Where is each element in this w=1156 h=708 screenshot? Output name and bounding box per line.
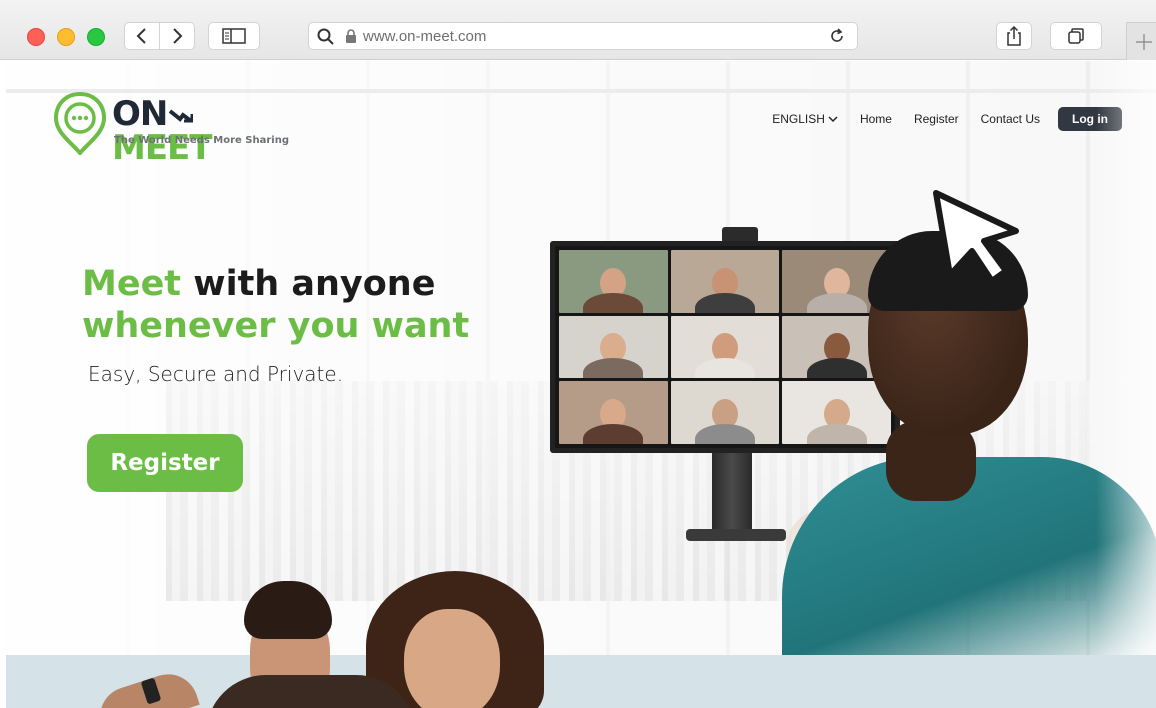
video-tile (782, 381, 891, 444)
video-grid (559, 250, 891, 444)
minimize-window-button[interactable] (57, 28, 75, 46)
lock-icon (346, 29, 356, 43)
hero-title-whenever: whenever you want (82, 306, 470, 346)
browser-toolbar: www.on-meet.com (0, 0, 1156, 60)
reload-icon[interactable] (827, 26, 847, 46)
cursor-pointer-icon (933, 190, 1019, 284)
video-tile (559, 250, 668, 313)
forward-button[interactable] (159, 22, 195, 50)
site-logo[interactable]: ONMEET The World Needs More Sharing (52, 91, 292, 165)
maximize-window-button[interactable] (87, 28, 105, 46)
tabs-icon (1068, 28, 1084, 44)
share-icon (1007, 26, 1021, 46)
chat-pin-logo-icon (53, 91, 107, 155)
man-hair (244, 581, 332, 639)
web-page: ONMEET The World Needs More Sharing ENGL… (6, 61, 1156, 708)
sidebar-toggle-button[interactable] (208, 22, 260, 50)
video-tile (670, 315, 780, 379)
video-tile (559, 381, 668, 444)
logo-wordmark: ONMEET (112, 97, 292, 165)
address-bar[interactable]: www.on-meet.com (308, 22, 858, 50)
nav-contact-link[interactable]: Contact Us (981, 112, 1040, 126)
sidebar-icon (222, 28, 246, 44)
video-tile (670, 381, 780, 444)
logo-arrow-icon (169, 108, 194, 123)
back-button[interactable] (124, 22, 160, 50)
nav-register-link[interactable]: Register (914, 112, 959, 126)
monitor-base (686, 529, 786, 541)
right-fade (1096, 61, 1156, 661)
video-tile (559, 315, 668, 379)
plus-icon (1135, 33, 1152, 50)
family-photo (66, 561, 586, 708)
chevron-down-icon (828, 116, 838, 123)
close-window-button[interactable] (27, 28, 45, 46)
main-nav: ENGLISH Home Register Contact Us Log in (750, 107, 1122, 131)
video-call-screen (550, 241, 900, 453)
logo-word-meet: MEET (112, 128, 212, 168)
nav-home-link[interactable]: Home (860, 112, 892, 126)
monitor-stand (712, 441, 752, 541)
hero-register-button[interactable]: Register (87, 434, 243, 492)
language-label: ENGLISH (772, 112, 825, 126)
chevron-left-icon (136, 28, 146, 44)
logo-tagline: The World Needs More Sharing (114, 135, 289, 146)
search-icon (317, 28, 334, 45)
language-selector[interactable]: ENGLISH (772, 112, 838, 126)
hero-subtitle: Easy, Secure and Private. (88, 362, 344, 386)
video-tile (670, 250, 780, 313)
hero-title-anyone: with anyone (193, 264, 436, 304)
new-tab-button[interactable] (1126, 22, 1156, 60)
tab-overview-button[interactable] (1050, 22, 1102, 50)
url-text[interactable]: www.on-meet.com (363, 28, 486, 45)
share-button[interactable] (996, 22, 1032, 50)
chevron-right-icon (173, 28, 183, 44)
hero-title-meet: Meet (82, 264, 182, 304)
woman-face (404, 609, 500, 708)
hero-heading: Meet with anyone whenever you want (82, 263, 469, 347)
